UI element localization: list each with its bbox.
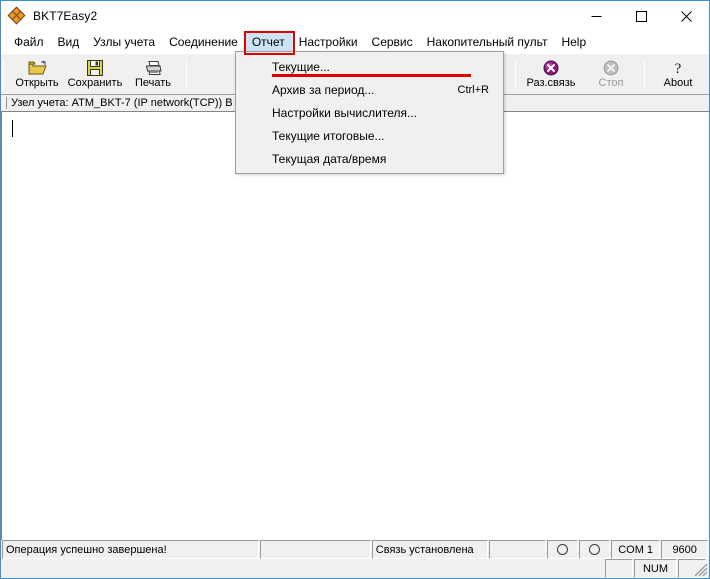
status-spacer [488, 540, 547, 559]
dropdown-item-current-totals[interactable]: Текущие итоговые... [236, 124, 503, 147]
toolbar-separator [515, 60, 516, 88]
dropdown-item-current-datetime[interactable]: Текущая дата/время [236, 147, 503, 170]
menu-item-accumulator[interactable]: Накопительный пульт [420, 33, 555, 51]
menu-item-nodes[interactable]: Узлы учета [86, 33, 162, 51]
menu-item-view[interactable]: Вид [51, 33, 87, 51]
dropdown-item-current-label: Текущие... [272, 60, 471, 77]
menu-item-settings[interactable]: Настройки [292, 33, 365, 51]
status-row-primary: Операция успешно завершена! Связь устано… [1, 540, 709, 559]
menu-item-report[interactable]: Отчет [244, 33, 292, 51]
dropdown-item-current-underline [272, 73, 471, 77]
printer-icon [144, 59, 163, 76]
status-num-lock: NUM [634, 559, 677, 578]
report-dropdown-menu[interactable]: Текущие... Архив за период... Ctrl+R Нас… [235, 51, 504, 174]
document-client-area[interactable] [1, 111, 709, 540]
toolbar-left-group: Открыть Сохранить Печать [1, 54, 191, 94]
print-button[interactable]: Печать [124, 54, 182, 94]
window-controls [574, 1, 709, 31]
open-button[interactable]: Открыть [8, 54, 66, 94]
toolbar-separator [186, 60, 187, 88]
status-empty-cell [259, 540, 371, 559]
disconnect-button[interactable]: Раз.связь [520, 54, 582, 94]
open-folder-icon [28, 59, 47, 76]
disconnect-button-label: Раз.связь [526, 77, 576, 89]
menu-bar: Файл Вид Узлы учета Соединение Отчет Нас… [1, 31, 709, 53]
status-connection: Связь установлена [371, 540, 488, 559]
disconnect-icon [543, 59, 559, 76]
dropdown-item-archive-shortcut: Ctrl+R [457, 83, 489, 96]
stop-button: Стоп [582, 54, 640, 94]
led-indicator-rx [547, 540, 579, 559]
svg-text:?: ? [675, 61, 682, 76]
diamond-cluster-icon [7, 6, 26, 25]
maximize-button[interactable] [619, 1, 664, 31]
title-bar: BKT7Easy2 [1, 1, 709, 31]
dropdown-item-current[interactable]: Текущие... [236, 55, 503, 78]
save-button-label: Сохранить [67, 77, 123, 89]
led-indicator-tx [579, 540, 610, 559]
status-pad-left [605, 559, 633, 578]
dropdown-item-archive-label: Архив за период... [272, 82, 375, 97]
status-port: COM 1 [610, 540, 661, 559]
save-floppy-icon [87, 59, 103, 76]
application-window: BKT7Easy2 Файл Вид Узлы учета Соединение… [0, 0, 710, 579]
node-info-text: Узел учета: ATM_BKT-7 (IP network(TCP)) … [11, 97, 233, 109]
about-button[interactable]: ? About [649, 54, 707, 94]
status-bar: Операция успешно завершена! Связь устано… [1, 540, 709, 578]
menu-item-connection[interactable]: Соединение [162, 33, 245, 51]
toolbar-separator [3, 60, 4, 88]
minimize-button[interactable] [574, 1, 619, 31]
help-question-icon: ? [671, 59, 685, 76]
resize-grip[interactable] [694, 563, 708, 577]
toolbar-separator [644, 60, 645, 88]
stop-button-label: Стоп [598, 77, 624, 89]
save-button[interactable]: Сохранить [66, 54, 124, 94]
status-row-secondary: NUM [1, 559, 709, 578]
close-button[interactable] [664, 1, 709, 31]
dropdown-item-current-datetime-label: Текущая дата/время [272, 151, 387, 166]
print-button-label: Печать [134, 77, 172, 89]
dropdown-item-calculator-settings[interactable]: Настройки вычислителя... [236, 101, 503, 124]
stop-icon [603, 59, 619, 76]
menu-item-help[interactable]: Help [554, 33, 593, 51]
menu-item-file[interactable]: Файл [7, 33, 51, 51]
status-message: Операция успешно завершена! [2, 540, 259, 559]
about-button-label: About [663, 77, 693, 89]
info-bar-grip[interactable] [3, 97, 7, 109]
text-caret [12, 120, 13, 137]
dropdown-item-calculator-settings-label: Настройки вычислителя... [272, 105, 417, 120]
dropdown-item-current-totals-label: Текущие итоговые... [272, 128, 385, 143]
menu-item-service[interactable]: Сервис [365, 33, 420, 51]
open-button-label: Открыть [15, 77, 59, 89]
status-baud: 9600 [661, 540, 708, 559]
dropdown-item-archive[interactable]: Архив за период... Ctrl+R [236, 78, 503, 101]
window-title: BKT7Easy2 [33, 9, 98, 23]
toolbar-right-group: Раз.связь Стоп ? About [511, 54, 707, 94]
